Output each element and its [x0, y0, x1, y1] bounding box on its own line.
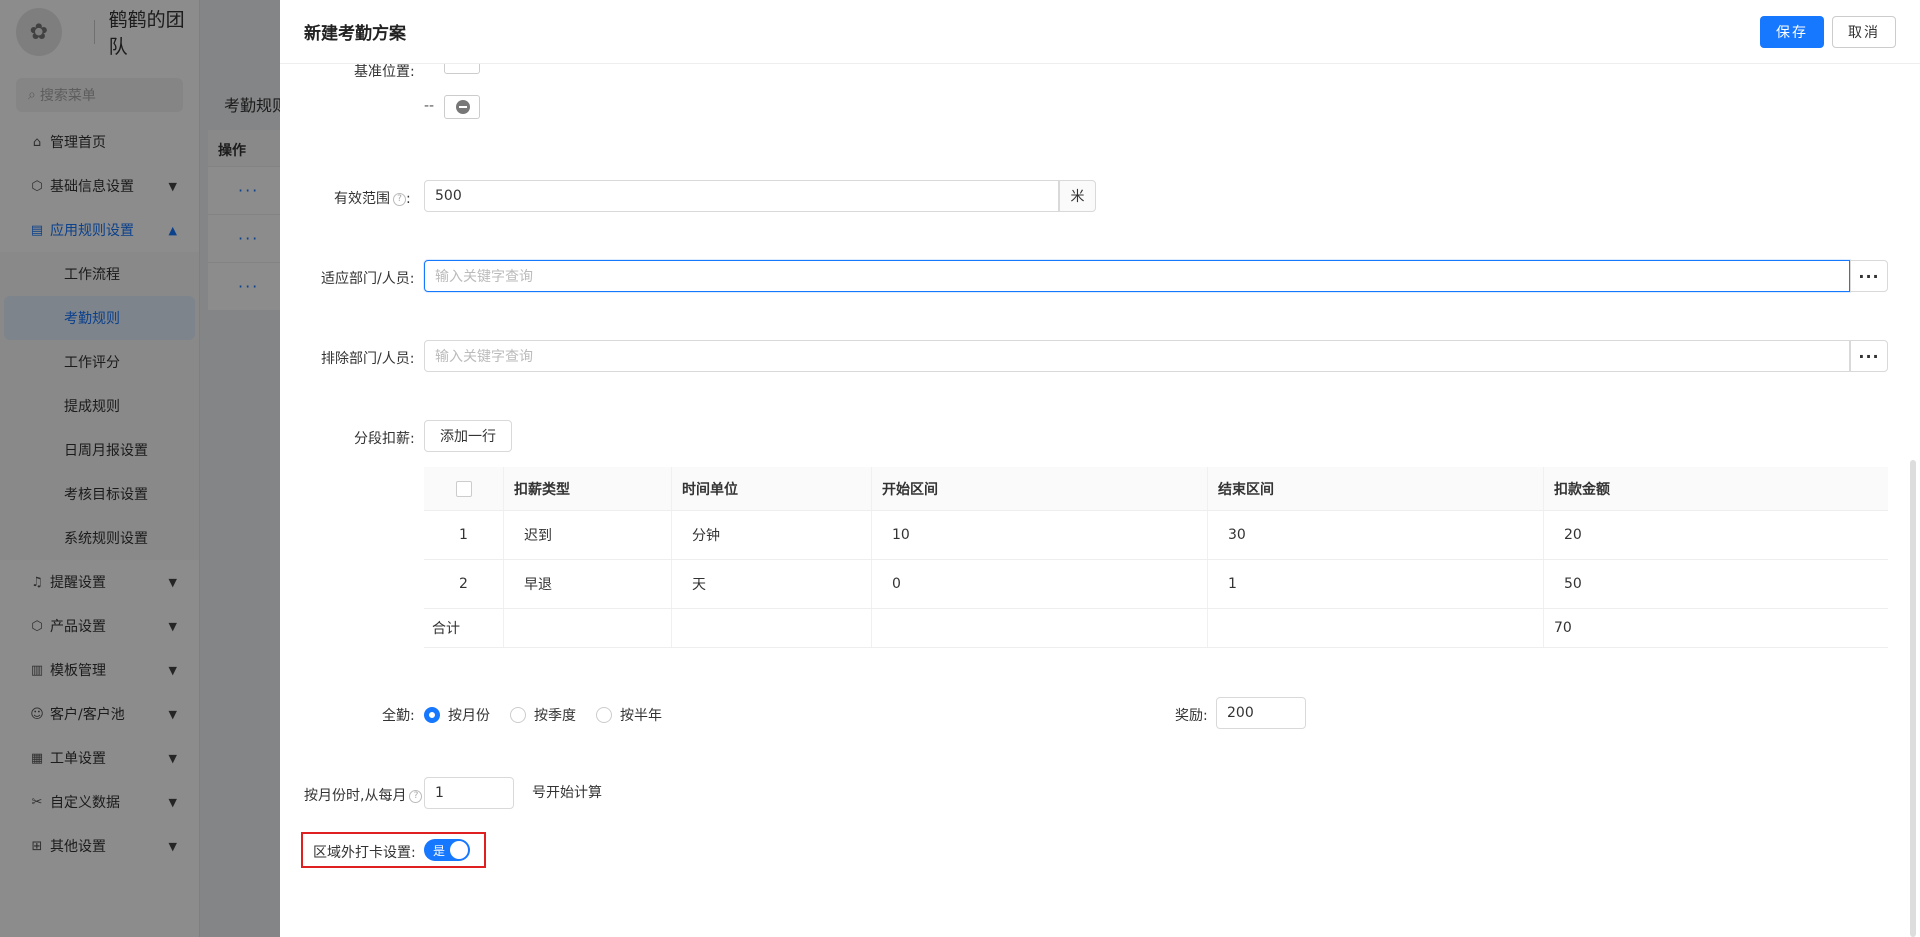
cell-type[interactable]: 迟到: [504, 511, 672, 559]
outside-checkin-label: 区域外打卡设置:: [313, 845, 416, 861]
radio-label: 按月份: [448, 708, 490, 724]
toggle-knob: [450, 841, 468, 859]
range-unit: 米: [1059, 180, 1096, 212]
dept-search-input[interactable]: 输入关键字查询: [424, 260, 1850, 292]
cancel-button[interactable]: 取消: [1832, 16, 1896, 48]
minus-circle-icon: [456, 100, 470, 114]
total-empty: [504, 609, 672, 647]
exclude-search-input[interactable]: 输入关键字查询: [424, 340, 1850, 372]
new-attendance-drawer: 新建考勤方案 保存 取消 基准位置: -- 有效范围?: 500 米 适应部门/…: [280, 0, 1920, 937]
month-start-label: 按月份时,从每月?: [304, 785, 423, 805]
cell-start[interactable]: 0: [872, 560, 1208, 608]
drawer-title: 新建考勤方案: [304, 24, 406, 44]
column-header: 开始区间: [872, 467, 1208, 510]
dash-separator: --: [424, 98, 435, 114]
column-header: 扣款金额: [1554, 481, 1610, 498]
radio-monthly[interactable]: 按月份: [424, 705, 490, 725]
cell-end[interactable]: 30: [1208, 511, 1544, 559]
reward-label: 奖励:: [1175, 708, 1208, 724]
table-header-row: 扣薪类型 时间单位 开始区间 结束区间 扣款金额: [424, 467, 1888, 511]
month-start-label-text: 按月份时,从每月: [304, 788, 407, 804]
deduction-table: 扣薪类型 时间单位 开始区间 结束区间 扣款金额 1 迟到 分钟 10 30 2…: [424, 467, 1888, 648]
exclude-picker-button[interactable]: ···: [1850, 340, 1888, 372]
radio-unchecked-icon: [510, 707, 526, 723]
toggle-text: 是: [433, 844, 446, 858]
cell-end[interactable]: 1: [1208, 560, 1544, 608]
reward-input[interactable]: 200: [1216, 697, 1306, 729]
range-input[interactable]: 500: [424, 180, 1059, 212]
attendance-radio-group: 按月份 按季度 按半年: [424, 705, 682, 725]
range-label-text: 有效范围: [334, 191, 390, 207]
total-label: 合计: [424, 609, 504, 647]
radio-label: 按半年: [620, 708, 662, 724]
radio-checked-icon: [424, 707, 440, 723]
total-empty: [1208, 609, 1544, 647]
radio-unchecked-icon: [596, 707, 612, 723]
dept-picker-button[interactable]: ···: [1850, 260, 1888, 292]
radio-quarterly[interactable]: 按季度: [510, 705, 576, 725]
table-total-row: 合计 70: [424, 609, 1888, 648]
deduct-label: 分段扣薪:: [354, 431, 415, 447]
help-icon[interactable]: ?: [409, 789, 423, 803]
radio-half-year[interactable]: 按半年: [596, 705, 662, 725]
cell-unit[interactable]: 天: [672, 560, 872, 608]
total-empty: [872, 609, 1208, 647]
dept-label: 适应部门/人员:: [321, 271, 415, 287]
month-start-input[interactable]: 1: [424, 777, 514, 809]
radio-label: 按季度: [534, 708, 576, 724]
total-amount: 70: [1554, 620, 1572, 636]
row-index: 1: [424, 511, 504, 559]
cell-type[interactable]: 早退: [504, 560, 672, 608]
table-row[interactable]: 2 早退 天 0 1 50: [424, 560, 1888, 609]
table-row[interactable]: 1 迟到 分钟 10 30 20: [424, 511, 1888, 560]
add-row-button[interactable]: 添加一行: [424, 420, 512, 452]
range-label: 有效范围?:: [334, 191, 411, 207]
drawer-scrollbar[interactable]: [1910, 460, 1916, 937]
save-button[interactable]: 保存: [1760, 16, 1824, 48]
base-position-label: 基准位置:: [354, 64, 415, 80]
help-icon[interactable]: ?: [393, 192, 406, 206]
select-all-cell: [424, 467, 504, 510]
cell-amount[interactable]: 20: [1544, 511, 1880, 559]
cell-unit[interactable]: 分钟: [672, 511, 872, 559]
total-empty: [672, 609, 872, 647]
select-all-checkbox[interactable]: [455, 480, 472, 497]
column-header: 结束区间: [1208, 467, 1544, 510]
month-start-suffix: 号开始计算: [532, 785, 602, 801]
cell-start[interactable]: 10: [872, 511, 1208, 559]
attendance-label: 全勤:: [382, 708, 415, 724]
cell-amount[interactable]: 50: [1544, 560, 1880, 608]
outside-checkin-toggle[interactable]: 是: [424, 839, 470, 861]
remove-position-button[interactable]: [444, 95, 480, 119]
column-header: 时间单位: [672, 467, 872, 510]
row-index: 2: [424, 560, 504, 608]
drawer-header: 新建考勤方案 保存 取消: [280, 0, 1920, 64]
exclude-label: 排除部门/人员:: [321, 351, 415, 367]
column-header: 扣薪类型: [504, 467, 672, 510]
